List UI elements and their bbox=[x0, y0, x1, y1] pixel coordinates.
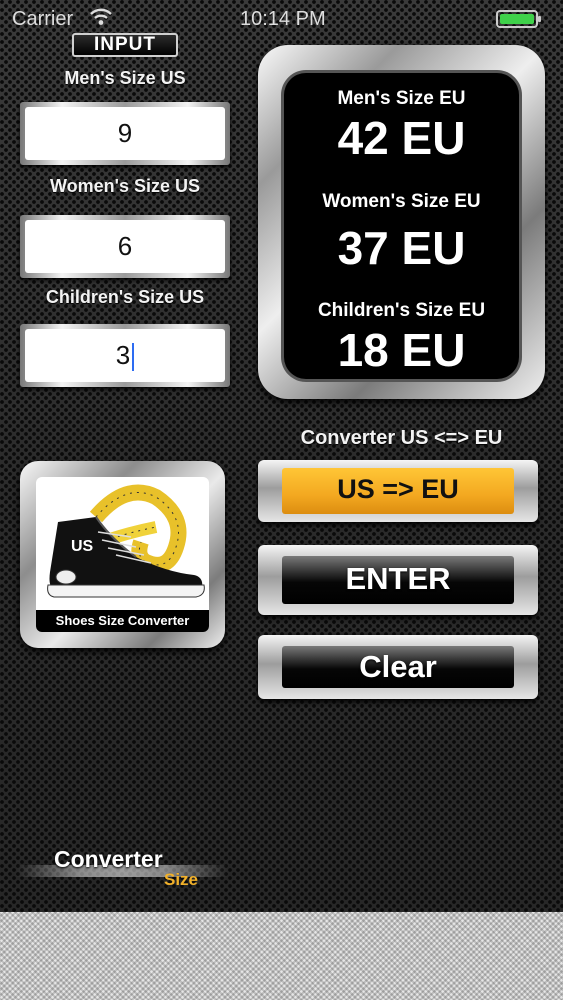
direction-toggle-button[interactable]: US => EU bbox=[282, 468, 514, 514]
battery-icon bbox=[496, 10, 541, 28]
text-caret bbox=[132, 343, 135, 372]
childrens-size-us-field-frame: 3 bbox=[20, 324, 230, 387]
shoe-with-tape-measure-icon bbox=[47, 484, 205, 598]
wifi-icon bbox=[90, 8, 112, 25]
childrens-size-eu-label: Children's Size EU bbox=[317, 300, 486, 321]
clear-button-frame: Clear bbox=[258, 635, 538, 699]
womens-size-eu-label: Women's Size EU bbox=[322, 191, 481, 212]
womens-size-eu-value: 37 EU bbox=[337, 222, 466, 274]
decorative-floor-pattern bbox=[0, 912, 563, 1000]
brand-logo: Converter Size bbox=[16, 838, 228, 894]
brand-subtitle: Size bbox=[164, 870, 199, 889]
app-logo-frame: US Shoes Size Converter bbox=[20, 461, 225, 648]
childrens-size-us-value: 3 bbox=[115, 340, 131, 370]
enter-button-frame: ENTER bbox=[258, 545, 538, 615]
mens-size-eu-value: 42 EU bbox=[337, 112, 466, 164]
direction-button-frame: US => EU bbox=[258, 460, 538, 522]
clock: 10:14 PM bbox=[240, 8, 326, 30]
logo-us-badge: US bbox=[71, 538, 94, 555]
app-logo: US Shoes Size Converter bbox=[36, 477, 209, 632]
womens-size-us-input[interactable]: 6 bbox=[25, 220, 225, 273]
childrens-size-us-label: Children's Size US bbox=[45, 287, 205, 307]
childrens-size-us-input[interactable]: 3 bbox=[25, 329, 225, 382]
mens-size-eu-label: Men's Size EU bbox=[337, 88, 466, 109]
childrens-size-eu-value: 18 EU bbox=[337, 324, 466, 376]
womens-size-us-field-frame: 6 bbox=[20, 215, 230, 278]
mens-size-us-label: Men's Size US bbox=[64, 68, 186, 88]
mens-size-us-field-frame: 9 bbox=[20, 102, 230, 165]
input-section-title: INPUT bbox=[72, 33, 178, 57]
logo-caption: Shoes Size Converter bbox=[36, 610, 209, 632]
carrier-label: Carrier bbox=[12, 8, 74, 30]
results-display: Men's Size EU 42 EU Women's Size EU 37 E… bbox=[284, 73, 519, 379]
enter-button[interactable]: ENTER bbox=[282, 556, 514, 604]
converter-direction-label: Converter US <=> EU bbox=[300, 427, 503, 449]
brand-title: Converter bbox=[54, 846, 163, 872]
results-panel: Men's Size EU 42 EU Women's Size EU 37 E… bbox=[258, 45, 545, 399]
clear-button[interactable]: Clear bbox=[282, 646, 514, 688]
womens-size-us-label: Women's Size US bbox=[50, 176, 200, 196]
mens-size-us-input[interactable]: 9 bbox=[25, 107, 225, 160]
